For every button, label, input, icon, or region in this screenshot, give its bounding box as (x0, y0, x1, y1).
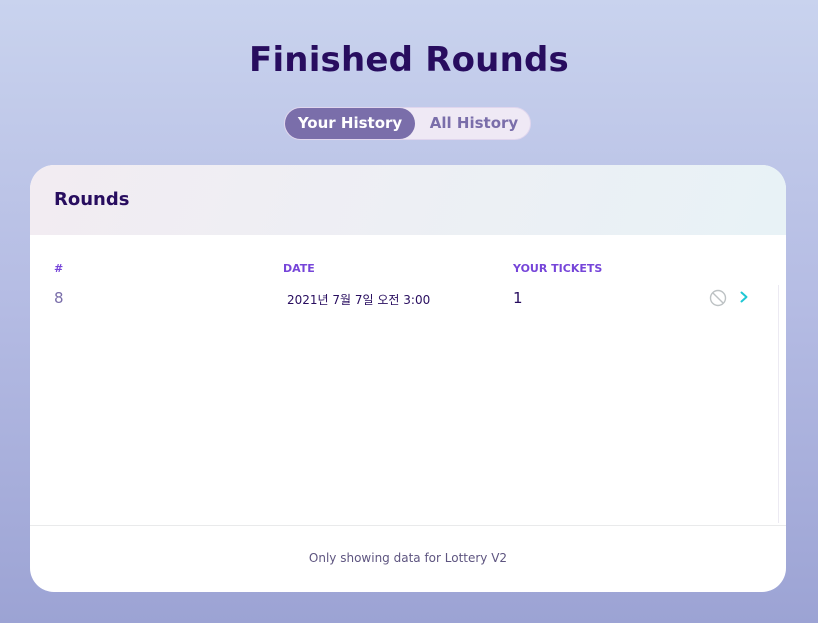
rounds-card: Rounds # DATE YOUR TICKETS 8 2021년 7월 7일… (30, 165, 786, 592)
round-number: 8 (54, 289, 64, 307)
column-header-tickets: YOUR TICKETS (513, 262, 603, 275)
footer-note: Only showing data for Lottery V2 (308, 551, 508, 565)
card-title: Rounds (54, 189, 130, 210)
divider (30, 525, 786, 526)
ticket-count: 1 (513, 289, 523, 307)
column-header-date: DATE (283, 262, 315, 275)
chevron-right-icon[interactable] (738, 290, 750, 304)
round-date: 2021년 7월 7일 오전 3:00 (287, 293, 431, 307)
column-header-number: # (54, 262, 64, 275)
card-header: Rounds (30, 165, 786, 235)
page-title: Finished Rounds (249, 40, 569, 80)
tab-your-history[interactable]: Your History (285, 108, 415, 139)
history-toggle: Your History All History (284, 107, 531, 140)
scrollbar[interactable] (778, 285, 786, 523)
ban-icon (709, 289, 727, 307)
tab-all-history[interactable]: All History (416, 108, 532, 139)
